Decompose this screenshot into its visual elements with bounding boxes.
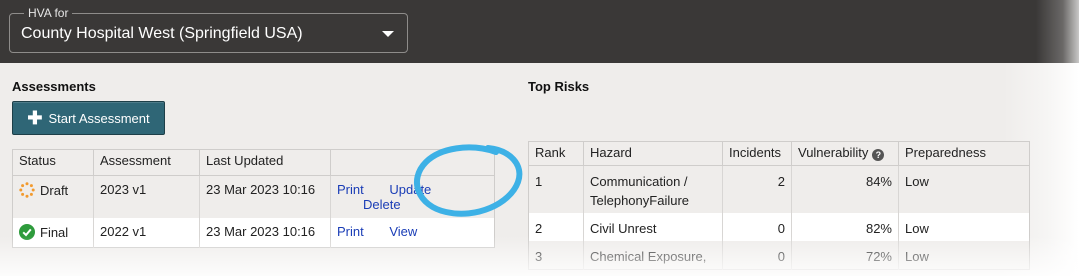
rank-cell: 2	[528, 213, 584, 241]
table-row: 1 Communication / TelephonyFailure 2 84%…	[528, 165, 1030, 213]
hazard-line: Communication /	[590, 174, 688, 189]
hva-select[interactable]: HVA for County Hospital West (Springfiel…	[9, 6, 408, 53]
status-text: Final	[40, 224, 69, 240]
hva-selected-value: County Hospital West (Springfield USA)	[21, 25, 303, 42]
hazard-line: TelephonyFailure	[590, 193, 690, 208]
vulnerability-cell: 82%	[791, 213, 899, 241]
table-row: 2 Civil Unrest 0 82% Low	[528, 213, 1030, 241]
actions-cell: Print View	[330, 218, 495, 248]
incidents-cell: 2	[722, 165, 792, 213]
update-link[interactable]: Update	[389, 182, 431, 197]
vulnerability-cell: 72%	[791, 241, 899, 270]
column-header-vulnerability[interactable]: Vulnerability?	[791, 141, 899, 166]
table-row: Draft 2023 v1 23 Mar 2023 10:16 Print Up…	[12, 175, 495, 218]
column-header-actions	[330, 149, 495, 176]
vulnerability-label: Vulnerability	[798, 145, 869, 160]
table-row: Final 2022 v1 23 Mar 2023 10:16 Print Vi…	[12, 218, 495, 248]
main-content: Assessments ✚ Start Assessment Status As…	[0, 63, 1079, 276]
plus-icon: ✚	[27, 108, 43, 128]
hazard-cell: Chemical Exposure,	[583, 241, 723, 270]
delete-link[interactable]: Delete	[363, 197, 401, 212]
rank-cell: 1	[528, 165, 584, 213]
view-link[interactable]: View	[389, 224, 417, 239]
assessment-name: 2023 v1	[93, 175, 200, 218]
assessments-table: Status Assessment Last Updated Draft 202…	[12, 149, 495, 248]
column-header-preparedness[interactable]: Preparedness	[898, 141, 1030, 166]
column-header-incidents[interactable]: Incidents	[722, 141, 792, 166]
vulnerability-cell: 84%	[791, 165, 899, 213]
column-header-last-updated[interactable]: Last Updated	[199, 149, 331, 176]
top-header: HVA for County Hospital West (Springfiel…	[0, 0, 1079, 63]
top-risks-table: Rank Hazard Incidents Vulnerability? Pre…	[528, 141, 1030, 270]
hazard-cell: Communication / TelephonyFailure	[583, 165, 723, 213]
print-link[interactable]: Print	[337, 182, 364, 197]
help-icon[interactable]: ?	[872, 149, 885, 161]
print-link[interactable]: Print	[337, 224, 364, 239]
column-header-hazard[interactable]: Hazard	[583, 141, 723, 166]
hazard-cell: Civil Unrest	[583, 213, 723, 241]
actions-cell: Print Update Delete	[330, 175, 495, 218]
rank-cell: 3	[528, 241, 584, 270]
last-updated: 23 Mar 2023 10:16	[199, 175, 331, 218]
status-text: Draft	[40, 182, 69, 198]
spinner-icon	[19, 182, 35, 198]
assessments-title: Assessments	[12, 79, 96, 94]
start-assessment-button[interactable]: ✚ Start Assessment	[12, 101, 165, 135]
preparedness-cell: Low	[905, 249, 929, 264]
hva-label: HVA for	[24, 6, 73, 20]
start-assessment-label: Start Assessment	[48, 110, 150, 126]
check-circle-icon	[19, 224, 35, 240]
chevron-down-icon[interactable]	[382, 31, 394, 37]
preparedness-cell: Low	[905, 221, 929, 236]
column-header-rank[interactable]: Rank	[528, 141, 584, 166]
table-row: 3 Chemical Exposure, 0 72% Low	[528, 241, 1030, 270]
column-header-assessment[interactable]: Assessment	[93, 149, 200, 176]
column-header-status[interactable]: Status	[12, 149, 94, 176]
status-cell: Final	[12, 218, 94, 248]
incidents-cell: 0	[722, 241, 792, 270]
assessment-name: 2022 v1	[93, 218, 200, 248]
last-updated: 23 Mar 2023 10:16	[199, 218, 331, 248]
preparedness-cell: Low	[898, 165, 1030, 213]
top-risks-title: Top Risks	[528, 79, 590, 94]
incidents-cell: 0	[722, 213, 792, 241]
status-cell: Draft	[12, 175, 94, 218]
